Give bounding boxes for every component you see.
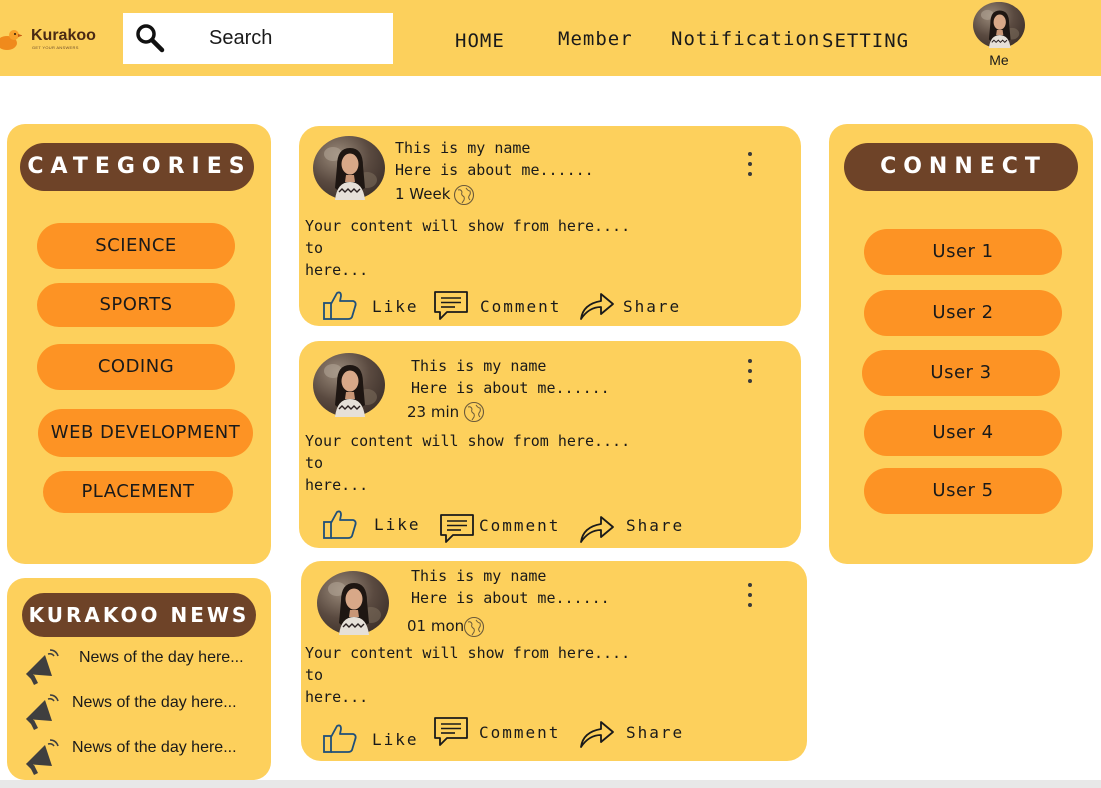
post-author-name[interactable]: This is my name [395,139,530,157]
post-card: This is my name Here is about me...... 2… [299,341,801,548]
post-card: This is my name Here is about me...... 1… [299,126,801,326]
search-icon[interactable] [135,23,165,53]
news-panel: KURAKOO NEWS News of the day here... New… [7,578,271,780]
post-content: Your content will show from here.... to … [305,217,631,279]
post-card: This is my name Here is about me...... 0… [301,561,807,761]
globe-icon [453,184,475,206]
megaphone-icon [21,736,61,776]
connect-user-4[interactable]: User 4 [864,410,1062,456]
like-button[interactable]: Like [322,722,422,756]
like-icon [322,722,358,754]
share-label: Share [626,516,685,535]
post-time: 23 min [407,403,460,421]
news-text: News of the day here... [72,739,237,756]
megaphone-icon [21,646,61,686]
post-time: 1 Week [395,185,451,203]
post-content: Your content will show from here.... to … [305,432,631,494]
post-author-about: Here is about me...... [411,379,610,397]
nav-member[interactable]: Member [558,28,633,50]
avatar[interactable] [313,136,385,200]
kurakoo-logo[interactable]: Kurakoo GET YOUR ANSWERS [0,24,112,54]
globe-icon [463,401,485,423]
share-icon [579,291,615,321]
comment-icon [433,290,469,322]
category-sports[interactable]: SPORTS [37,283,235,327]
comment-icon [439,513,475,545]
like-button[interactable]: Like [322,289,422,323]
news-text: News of the day here... [72,694,237,711]
avatar [973,1,1025,49]
comment-label: Comment [480,297,562,316]
share-label: Share [626,723,685,742]
news-item[interactable]: News of the day here... [21,646,261,686]
like-button[interactable]: Like [322,508,422,542]
share-icon [579,514,615,544]
post-author-about: Here is about me...... [411,589,610,607]
like-label: Like [372,297,419,316]
category-science[interactable]: SCIENCE [37,223,235,269]
duck-logo-icon [0,30,22,50]
share-button[interactable]: Share [579,291,689,323]
post-author-name[interactable]: This is my name [411,567,546,585]
category-coding[interactable]: CODING [37,344,235,390]
news-heading: KURAKOO NEWS [22,593,256,637]
post-author-name[interactable]: This is my name [411,357,546,375]
comment-label: Comment [479,516,561,535]
share-icon [579,719,615,749]
comment-button[interactable]: Comment [433,290,573,324]
connect-heading: CONNECT [844,143,1078,191]
news-item[interactable]: News of the day here... [21,736,261,776]
top-navbar: Kurakoo GET YOUR ANSWERS HOME Member Not… [0,0,1101,76]
profile-menu[interactable]: Me [972,1,1026,71]
share-button[interactable]: Share [579,719,689,751]
like-label: Like [374,515,421,534]
avatar[interactable] [313,353,385,417]
comment-icon [433,716,469,748]
nav-notification[interactable]: Notification [671,28,820,50]
comment-label: Comment [479,723,561,742]
share-label: Share [623,297,682,316]
nav-setting[interactable]: SETTING [822,30,909,52]
connect-user-2[interactable]: User 2 [864,290,1062,336]
connect-user-5[interactable]: User 5 [864,468,1062,514]
like-label: Like [372,730,419,749]
category-placement[interactable]: PLACEMENT [43,471,233,513]
nav-home[interactable]: HOME [455,30,505,52]
categories-panel: CATEGORIES SCIENCE SPORTS CODING WEB DEV… [7,124,271,564]
search-box[interactable] [123,13,393,64]
post-time: 01 mon [407,617,465,635]
news-item[interactable]: News of the day here... [21,691,261,731]
bottom-strip [0,780,1101,788]
globe-icon [463,616,485,638]
search-input[interactable] [209,21,379,55]
kebab-menu-icon[interactable] [744,581,756,609]
like-icon [322,508,358,540]
comment-button[interactable]: Comment [433,716,573,750]
category-web-development[interactable]: WEB DEVELOPMENT [38,409,253,457]
like-icon [322,289,358,321]
brand-tagline: GET YOUR ANSWERS [32,45,79,50]
kebab-menu-icon[interactable] [744,357,756,385]
megaphone-icon [21,691,61,731]
comment-button[interactable]: Comment [439,513,579,547]
avatar[interactable] [317,571,389,635]
me-label: Me [989,52,1009,68]
brand-name: Kurakoo [31,27,96,44]
categories-heading: CATEGORIES [20,143,254,191]
share-button[interactable]: Share [579,514,689,546]
post-content: Your content will show from here.... to … [305,644,631,706]
post-author-about: Here is about me...... [395,161,594,179]
news-text: News of the day here... [79,649,244,666]
kebab-menu-icon[interactable] [744,150,756,178]
connect-user-1[interactable]: User 1 [864,229,1062,275]
connect-panel: CONNECT User 1 User 2 User 3 User 4 User… [829,124,1093,564]
connect-user-3[interactable]: User 3 [862,350,1060,396]
